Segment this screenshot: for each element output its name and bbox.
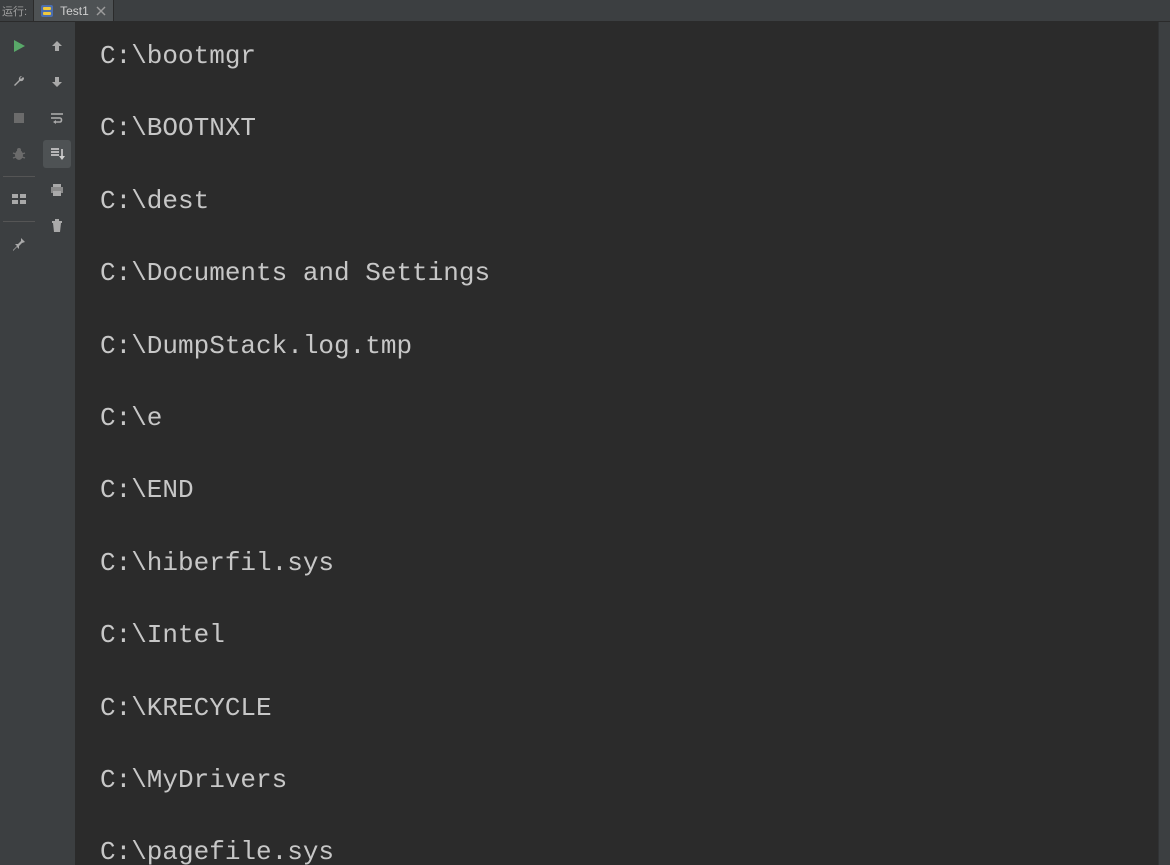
- console-output[interactable]: C:\bootmgr C:\BOOTNXT C:\dest C:\Documents …: [76, 22, 1158, 865]
- console-panel: C:\bootmgr C:\BOOTNXT C:\dest C:\Documents …: [76, 22, 1158, 865]
- console-line: C:\KRECYCLE: [100, 690, 1134, 726]
- console-line: C:\e: [100, 400, 1134, 436]
- run-icon[interactable]: [5, 32, 33, 60]
- python-file-icon: [40, 4, 54, 18]
- print-icon[interactable]: [43, 176, 71, 204]
- console-line: C:\hiberfil.sys: [100, 545, 1134, 581]
- close-icon[interactable]: [95, 5, 107, 17]
- trash-icon[interactable]: [43, 212, 71, 240]
- soft-wrap-icon[interactable]: [43, 104, 71, 132]
- debug-bug-icon[interactable]: [5, 140, 33, 168]
- layout-icon[interactable]: [5, 185, 33, 213]
- separator: [3, 221, 35, 222]
- console-line: C:\dest: [100, 183, 1134, 219]
- stop-icon[interactable]: [5, 104, 33, 132]
- console-line: C:\Documents and Settings: [100, 255, 1134, 291]
- scrollbar-track[interactable]: [1158, 22, 1170, 865]
- arrow-down-icon[interactable]: [43, 68, 71, 96]
- console-line: C:\END: [100, 472, 1134, 508]
- body: C:\bootmgr C:\BOOTNXT C:\dest C:\Documents …: [0, 22, 1170, 865]
- run-tool-window: 运行: Test1: [0, 0, 1170, 865]
- tab-label: Test1: [60, 4, 89, 18]
- tab-strip: 运行: Test1: [0, 0, 1170, 22]
- run-tab[interactable]: Test1: [33, 0, 114, 21]
- wrench-icon[interactable]: [5, 68, 33, 96]
- console-actions-column: [38, 22, 76, 865]
- console-line: C:\Intel: [100, 617, 1134, 653]
- console-line: C:\DumpStack.log.tmp: [100, 328, 1134, 364]
- scroll-to-end-icon[interactable]: [43, 140, 71, 168]
- console-line: C:\bootmgr: [100, 38, 1134, 74]
- run-actions-column: [0, 22, 38, 865]
- arrow-up-icon[interactable]: [43, 32, 71, 60]
- console-line: C:\pagefile.sys: [100, 834, 1134, 865]
- console-line: C:\MyDrivers: [100, 762, 1134, 798]
- console-line: C:\BOOTNXT: [100, 110, 1134, 146]
- separator: [3, 176, 35, 177]
- pin-icon[interactable]: [5, 230, 33, 258]
- run-label: 运行:: [0, 3, 33, 19]
